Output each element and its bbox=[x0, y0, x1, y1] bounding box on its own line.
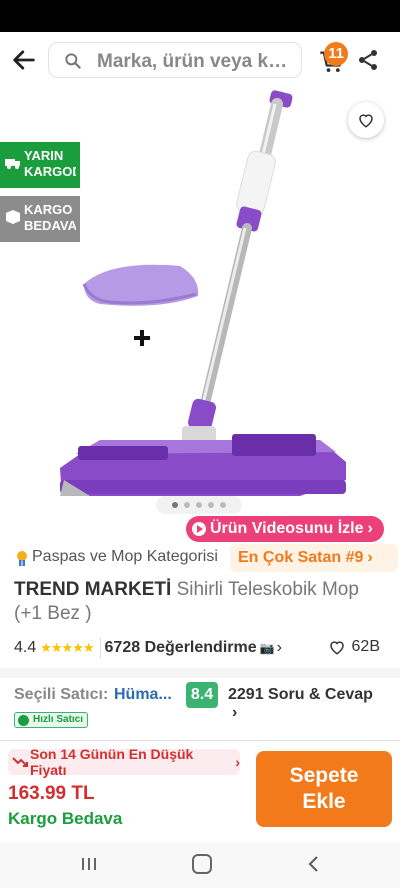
truck-icon bbox=[5, 159, 20, 169]
heart-icon bbox=[329, 641, 344, 655]
divider bbox=[99, 638, 101, 658]
reviews-link[interactable]: 6728 Değerlendirme bbox=[105, 639, 257, 657]
rating-stars: ★★★★★ bbox=[40, 640, 94, 655]
recent-apps-icon[interactable] bbox=[80, 856, 98, 872]
product-price: 163.99 TL bbox=[8, 783, 95, 804]
chevron-right-icon: › bbox=[235, 754, 240, 770]
carousel-dot bbox=[196, 502, 202, 508]
share-icon[interactable] bbox=[356, 48, 380, 72]
best-seller-label: En Çok Satan #9 bbox=[238, 549, 364, 566]
product-image-gallery[interactable]: YARIN KARGODA KARGO BEDAVA Ürün Videosun… bbox=[0, 88, 400, 542]
lowest-price-label: Son 14 Günün En Düşük Fiyatı bbox=[30, 746, 194, 778]
carousel-dot bbox=[208, 502, 214, 508]
questions-link[interactable]: 2291 Soru & Cevap › bbox=[228, 686, 386, 722]
fast-seller-label: Hızlı Satıcı bbox=[33, 714, 84, 725]
chevron-right-icon: › bbox=[276, 639, 282, 656]
system-back-icon[interactable] bbox=[304, 854, 324, 874]
system-nav-bar bbox=[0, 842, 400, 888]
trend-down-icon bbox=[12, 757, 28, 767]
cart-count-badge: 11 bbox=[324, 42, 348, 66]
watch-video-label: Ürün Videosunu İzle bbox=[210, 520, 364, 537]
free-shipping-tag: KARGO BEDAVA bbox=[0, 196, 80, 242]
free-shipping-label: KARGO BEDAVA bbox=[24, 202, 76, 233]
rating-row: 4.4 ★★★★★ 6728 Değerlendirme 📷 › 62B bbox=[14, 636, 386, 660]
medal-icon bbox=[17, 551, 27, 566]
favorite-count-value: 62B bbox=[351, 638, 380, 655]
free-shipping-text: Kargo Bedava bbox=[8, 809, 123, 828]
watch-video-button[interactable]: Ürün Videosunu İzle › bbox=[186, 516, 384, 542]
next-day-delivery-tag: YARIN KARGODA bbox=[0, 142, 80, 188]
lowest-price-badge[interactable]: Son 14 Günün En Düşük Fiyatı › bbox=[8, 746, 240, 778]
chevron-right-icon: › bbox=[367, 549, 373, 566]
questions-label: 2291 Soru & Cevap bbox=[228, 686, 373, 703]
brand-name[interactable]: TREND MARKETİ bbox=[14, 579, 171, 600]
home-icon[interactable] bbox=[192, 854, 212, 874]
chevron-right-icon: › bbox=[232, 704, 238, 721]
category-link[interactable]: Paspas ve Mop Kategorisi bbox=[32, 548, 232, 566]
chevron-right-icon: › bbox=[367, 520, 373, 537]
seller-score-badge: 8.4 bbox=[186, 682, 218, 708]
box-icon bbox=[6, 210, 20, 224]
carousel-indicator bbox=[156, 496, 242, 514]
back-arrow-icon[interactable] bbox=[10, 46, 38, 74]
camera-icon: 📷 bbox=[259, 641, 275, 655]
heart-icon bbox=[359, 114, 373, 128]
category-row: Paspas ve Mop Kategorisi En Çok Satan #9… bbox=[14, 544, 398, 572]
next-day-delivery-label: YARIN KARGODA bbox=[24, 148, 76, 179]
seller-name-link[interactable]: Hüma... bbox=[114, 686, 174, 704]
seller-label: Seçili Satıcı: bbox=[14, 686, 109, 703]
section-divider bbox=[0, 668, 400, 678]
search-icon bbox=[65, 53, 81, 69]
add-to-favorites-button[interactable] bbox=[348, 102, 384, 138]
best-seller-badge[interactable]: En Çok Satan #9 › bbox=[230, 544, 398, 572]
rating-value: 4.4 bbox=[14, 639, 37, 656]
search-input[interactable]: Marka, ürün veya kategori ara bbox=[48, 42, 302, 78]
fast-seller-badge: Hızlı Satıcı bbox=[14, 712, 89, 728]
add-to-cart-button[interactable]: Sepete Ekle bbox=[256, 751, 392, 827]
carousel-dot bbox=[220, 502, 226, 508]
purchase-bar: Son 14 Günün En Düşük Fiyatı › 163.99 TL… bbox=[0, 740, 400, 842]
search-placeholder: Marka, ürün veya kategori ara bbox=[97, 51, 297, 72]
top-bar: Marka, ürün veya kategori ara 11 bbox=[0, 32, 400, 88]
favorite-count[interactable]: 62B bbox=[328, 638, 380, 656]
lightning-icon bbox=[18, 715, 29, 726]
seller-row: Seçili Satıcı: Hüma... 8.4 2291 Soru & C… bbox=[14, 682, 386, 721]
play-icon bbox=[192, 522, 206, 536]
carousel-dot bbox=[184, 502, 190, 508]
product-title: TREND MARKETİ Sihirli Teleskobik Mop (+1… bbox=[14, 578, 386, 626]
status-bar bbox=[0, 0, 400, 32]
carousel-dot bbox=[172, 502, 178, 508]
